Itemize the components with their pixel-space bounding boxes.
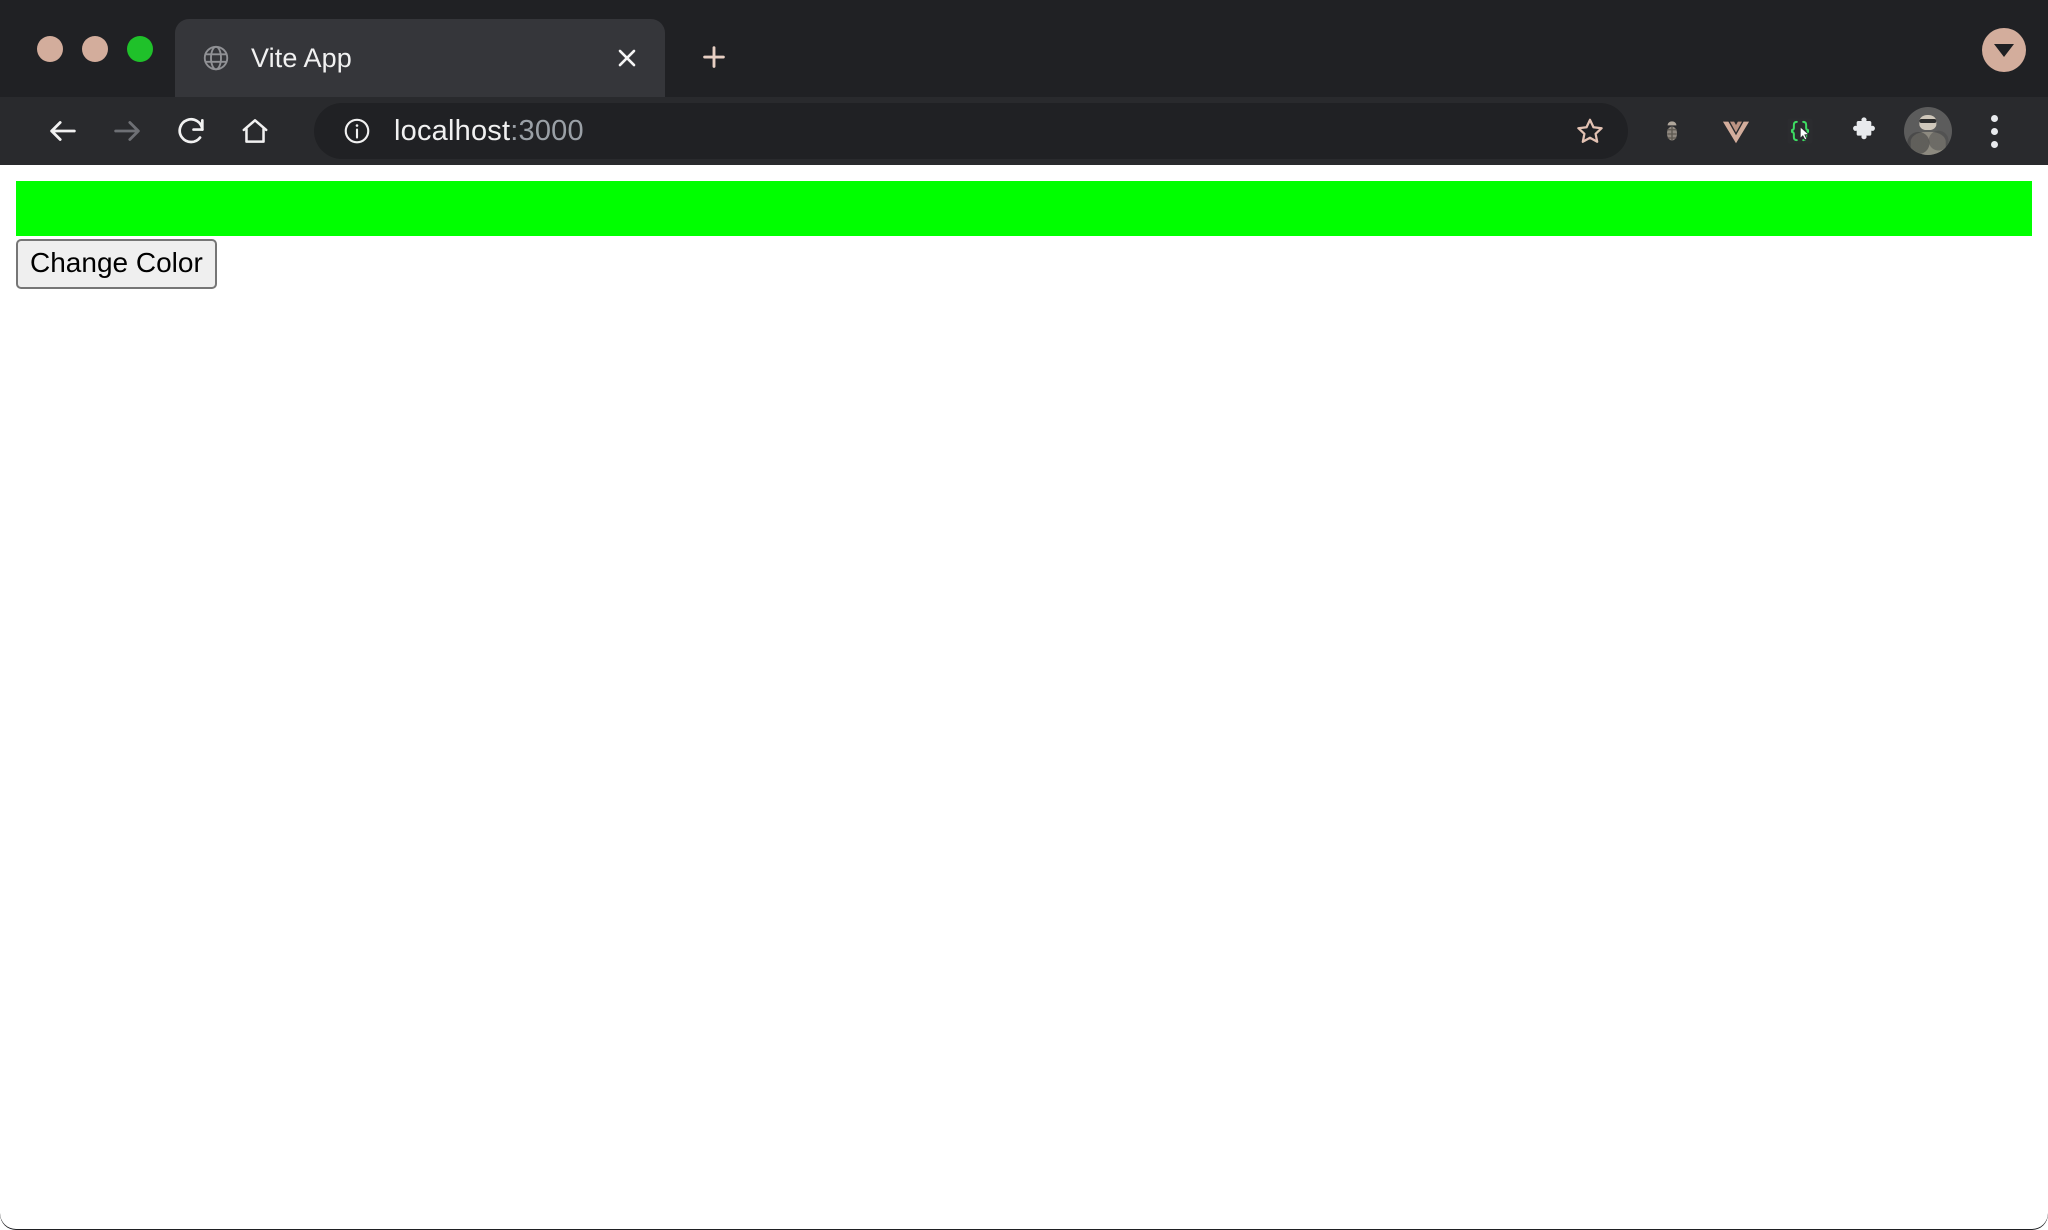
window-close-button[interactable] bbox=[37, 35, 63, 62]
tab-vite-app[interactable]: Vite App bbox=[175, 19, 665, 97]
browser-toolbar: localhost:3000 bbox=[0, 97, 2048, 165]
bug-extension-icon[interactable] bbox=[1643, 102, 1701, 160]
vue-devtools-icon[interactable] bbox=[1707, 102, 1765, 160]
url-text[interactable]: localhost:3000 bbox=[378, 113, 1564, 149]
window-traffic-lights bbox=[0, 0, 175, 97]
menu-dot bbox=[1990, 140, 1998, 148]
tab-title: Vite App bbox=[251, 43, 352, 73]
back-button[interactable] bbox=[32, 100, 94, 162]
change-color-button[interactable]: Change Color bbox=[16, 239, 217, 289]
new-tab-button[interactable] bbox=[683, 26, 745, 88]
star-icon[interactable] bbox=[1564, 105, 1616, 157]
window-maximize-button[interactable] bbox=[127, 35, 153, 62]
close-icon[interactable] bbox=[605, 36, 649, 80]
menu-dot bbox=[1990, 127, 1998, 135]
browser-window: Vite App localhost:3000 Change Color bbox=[0, 0, 2048, 1230]
menu-dot bbox=[1990, 114, 1998, 122]
chrome-menu-button[interactable] bbox=[1966, 103, 2022, 159]
avatar[interactable] bbox=[1904, 107, 1952, 155]
reload-button[interactable] bbox=[160, 100, 222, 162]
puzzle-piece-icon[interactable] bbox=[1835, 102, 1893, 160]
url-host: localhost bbox=[394, 115, 511, 147]
avatar-shading bbox=[1904, 107, 1952, 155]
globe-icon bbox=[201, 43, 231, 73]
window-minimize-button[interactable] bbox=[82, 35, 108, 62]
json-cursor-icon[interactable] bbox=[1771, 102, 1829, 160]
tab-row: Vite App bbox=[175, 0, 2048, 97]
tab-search-button[interactable] bbox=[1982, 28, 2026, 72]
color-bar bbox=[16, 181, 2032, 236]
tab-strip: Vite App bbox=[0, 0, 2048, 97]
info-circle-icon[interactable] bbox=[336, 110, 378, 152]
home-button[interactable] bbox=[224, 100, 286, 162]
page-viewport: Change Color bbox=[0, 165, 2048, 1229]
url-port: :3000 bbox=[510, 115, 584, 147]
forward-button[interactable] bbox=[96, 100, 158, 162]
address-bar[interactable]: localhost:3000 bbox=[314, 103, 1628, 159]
chevron-down-icon bbox=[1994, 43, 2014, 57]
